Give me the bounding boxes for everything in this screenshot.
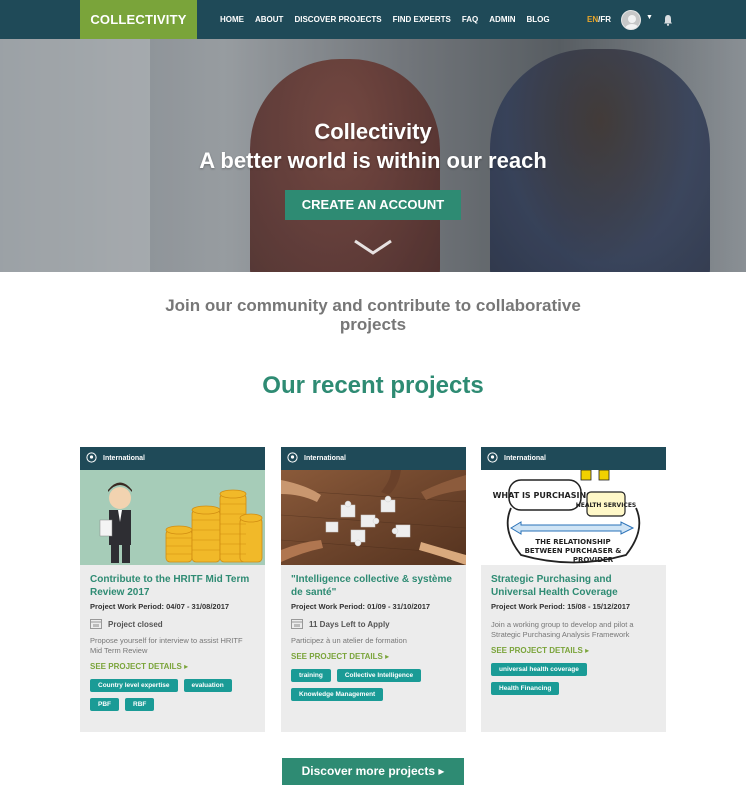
sketch-box-text: HEALTH SERVICES [576,502,637,509]
hero-banner: Collectivity A better world is within ou… [0,39,746,272]
intro-text: Join our community and contribute to col… [165,296,581,334]
see-project-details-link[interactable]: SEE PROJECT DETAILS ▸ [90,662,255,671]
tag[interactable]: Collective Intelligence [336,669,422,682]
card-image-coins [80,470,265,565]
details-label: SEE PROJECT DETAILS [491,646,583,655]
user-avatar-icon[interactable] [621,10,641,30]
hero-subtitle: A better world is within our reach [199,148,547,173]
card-status-text: 11 Days Left to Apply [309,620,390,629]
arrow-right-icon: ▸ [385,652,390,661]
menu-item-home[interactable]: HOME [220,15,244,24]
sketch-bubble-text: WHAT IS PURCHASING? [493,491,598,500]
language-switch: EN/FR [587,15,611,24]
card-tags: training Collective Intelligence Knowled… [291,669,456,701]
see-project-details-link[interactable]: SEE PROJECT DETAILS ▸ [491,646,656,655]
tag[interactable]: universal health coverage [491,663,587,676]
arrow-right-icon: ▸ [184,662,189,671]
card-work-period: Project Work Period: 04/07 - 31/08/2017 [90,602,230,611]
card-body: "Intelligence collective & système de sa… [281,565,466,701]
card-location-bar: International [281,447,466,470]
main-menu: HOME ABOUT DISCOVER PROJECTS FIND EXPERT… [220,0,550,39]
card-title[interactable]: Contribute to the HRITF Mid Term Review … [90,573,255,599]
sketch-line-1: THE RELATIONSHIP [535,538,610,546]
card-location: International [304,455,347,462]
tag[interactable]: training [291,669,331,682]
bell-icon[interactable] [662,13,674,31]
scroll-down-chevron-icon[interactable] [353,239,393,260]
tag[interactable]: Knowledge Management [291,688,384,701]
card-status-text: Project closed [108,620,163,629]
project-card[interactable]: International [80,447,265,732]
tag[interactable]: Health Financing [491,682,560,695]
project-card[interactable]: International WHAT IS PURCHASING? HEALTH… [481,447,666,732]
lang-fr[interactable]: FR [600,15,611,24]
caret-down-icon[interactable]: ▼ [646,14,653,21]
card-status: Project closed [90,618,255,631]
arrow-right-icon: ▸ [438,764,445,778]
card-location-bar: International [80,447,265,470]
card-title[interactable]: Strategic Purchasing and Universal Healt… [491,573,656,599]
card-tags: Country level expertise evaluation PBF R… [90,679,255,711]
card-description: Participez à un atelier de formation [291,636,407,645]
card-location-bar: International [481,447,666,470]
calendar-icon [90,618,102,631]
card-status: 11 Days Left to Apply [291,618,456,631]
menu-item-faq[interactable]: FAQ [462,15,478,24]
arrow-right-icon: ▸ [585,646,590,655]
card-description: Propose yourself for interview to assist… [90,636,243,655]
tag[interactable]: evaluation [183,679,232,692]
tag[interactable]: PBF [90,698,119,711]
discover-more-projects-button[interactable]: Discover more projects ▸ [282,758,464,785]
card-description: Join a working group to develop and pilo… [491,620,634,639]
menu-item-discover-projects[interactable]: DISCOVER PROJECTS [294,15,381,24]
card-body: Strategic Purchasing and Universal Healt… [481,565,666,695]
sketch-line-3: PROVIDER [573,556,614,564]
location-pin-icon [86,452,97,465]
card-image-puzzle-hands [281,470,466,565]
lang-en[interactable]: EN [587,15,598,24]
card-location: International [103,455,146,462]
card-title[interactable]: "Intelligence collective & système de sa… [291,573,456,599]
create-account-button[interactable]: CREATE AN ACCOUNT [285,190,461,220]
calendar-icon [291,618,303,631]
sketch-line-2: BETWEEN PURCHASER & [525,547,622,555]
details-label: SEE PROJECT DETAILS [90,662,182,671]
details-label: SEE PROJECT DETAILS [291,652,383,661]
site-logo[interactable]: COLLECTIVITY [80,0,197,39]
card-tags: universal health coverage Health Financi… [491,663,656,695]
menu-item-find-experts[interactable]: FIND EXPERTS [393,15,451,24]
tag[interactable]: Country level expertise [90,679,178,692]
card-work-period: Project Work Period: 01/09 - 31/10/2017 [291,602,431,611]
card-body: Contribute to the HRITF Mid Term Review … [80,565,265,711]
see-project-details-link[interactable]: SEE PROJECT DETAILS ▸ [291,652,456,661]
hero-title: Collectivity [314,119,432,144]
card-location: International [504,455,547,462]
tag[interactable]: RBF [125,698,155,711]
location-pin-icon [287,452,298,465]
menu-item-blog[interactable]: BLOG [527,15,550,24]
project-card[interactable]: International [281,447,466,732]
section-title: Our recent projects [262,372,484,399]
card-image-purchasing-sketch: WHAT IS PURCHASING? HEALTH SERVICES THE … [481,470,666,565]
location-pin-icon [487,452,498,465]
menu-item-admin[interactable]: ADMIN [489,15,515,24]
more-button-label: Discover more projects [301,764,435,778]
menu-item-about[interactable]: ABOUT [255,15,283,24]
top-nav: COLLECTIVITY HOME ABOUT DISCOVER PROJECT… [0,0,746,39]
card-work-period: Project Work Period: 15/08 - 15/12/2017 [491,602,631,611]
